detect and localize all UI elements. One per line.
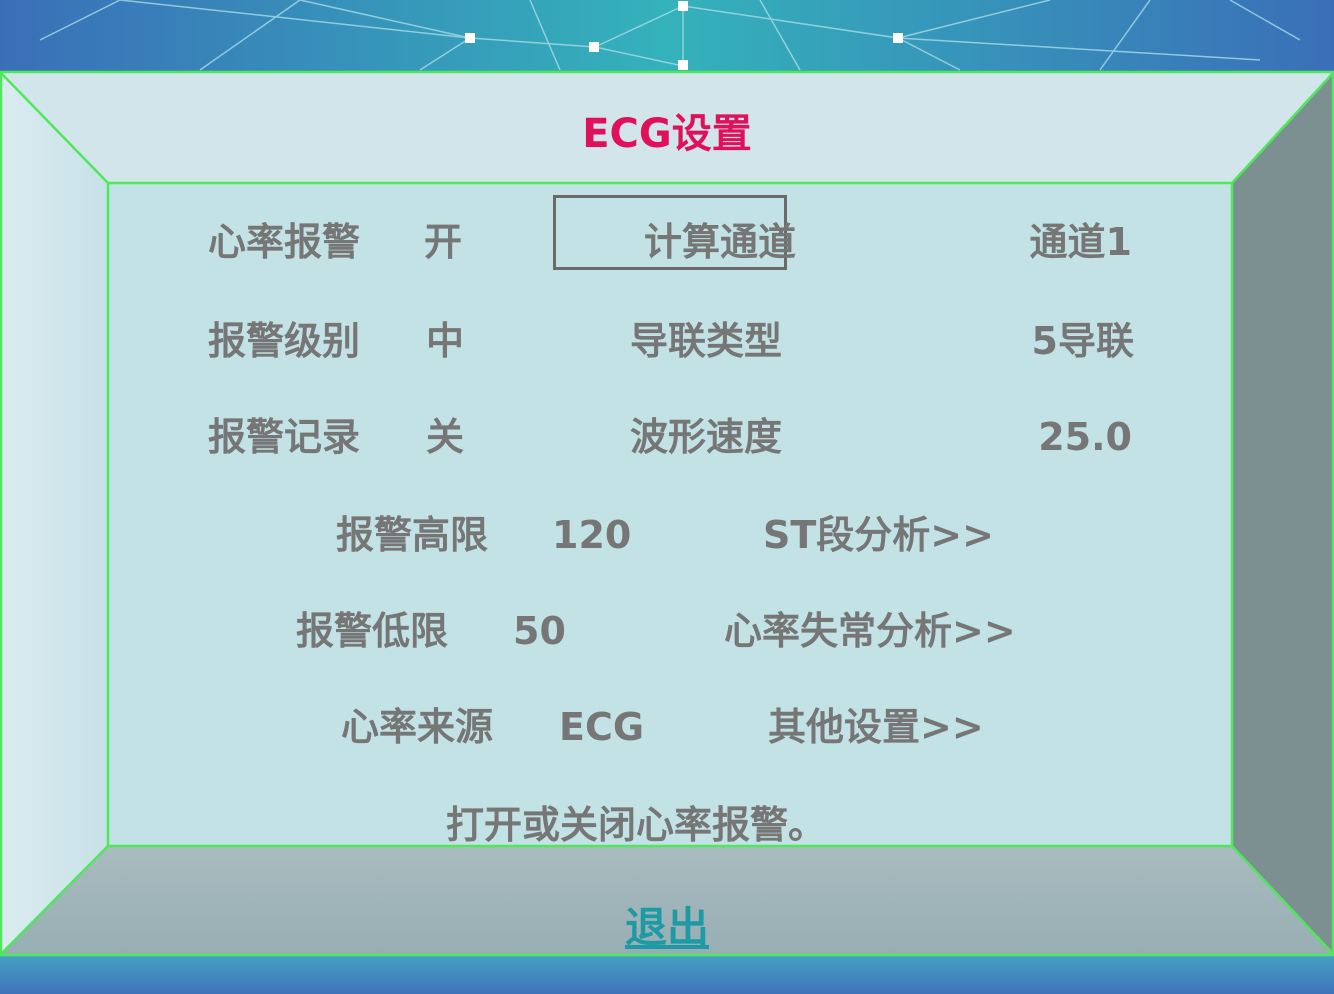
sweep-speed-label[interactable]: 波形速度	[630, 414, 782, 460]
lead-type-label[interactable]: 导联类型	[630, 318, 782, 364]
exit-link[interactable]: 退出	[0, 902, 1334, 954]
calc-channel-value[interactable]: 通道1	[980, 219, 1132, 265]
lead-type-value[interactable]: 5导联	[980, 318, 1134, 364]
other-settings-button[interactable]: 其他设置>>	[768, 704, 984, 750]
alarm-record-label[interactable]: 报警记录	[208, 414, 360, 460]
hr-alarm-value[interactable]: 开	[424, 219, 462, 265]
alarm-low-label[interactable]: 报警低限	[296, 608, 448, 654]
hr-source-label[interactable]: 心率来源	[341, 704, 493, 750]
alarm-level-value[interactable]: 中	[426, 318, 464, 364]
st-analysis-button[interactable]: ST段分析>>	[763, 512, 994, 558]
alarm-high-value[interactable]: 120	[552, 512, 631, 558]
alarm-high-label[interactable]: 报警高限	[336, 512, 488, 558]
alarm-record-value[interactable]: 关	[426, 414, 464, 460]
hr-alarm-label[interactable]: 心率报警	[208, 219, 360, 265]
dialog-title: ECG设置	[582, 111, 752, 157]
alarm-low-value[interactable]: 50	[513, 608, 566, 654]
arrhythmia-analysis-button[interactable]: 心率失常分析>>	[724, 608, 1016, 654]
alarm-level-label[interactable]: 报警级别	[208, 318, 360, 364]
help-text: 打开或关闭心率报警。	[446, 803, 827, 847]
calc-channel-label[interactable]: 计算通道	[644, 219, 796, 265]
hr-source-value[interactable]: ECG	[559, 704, 644, 750]
sweep-speed-value[interactable]: 25.0	[980, 414, 1132, 460]
